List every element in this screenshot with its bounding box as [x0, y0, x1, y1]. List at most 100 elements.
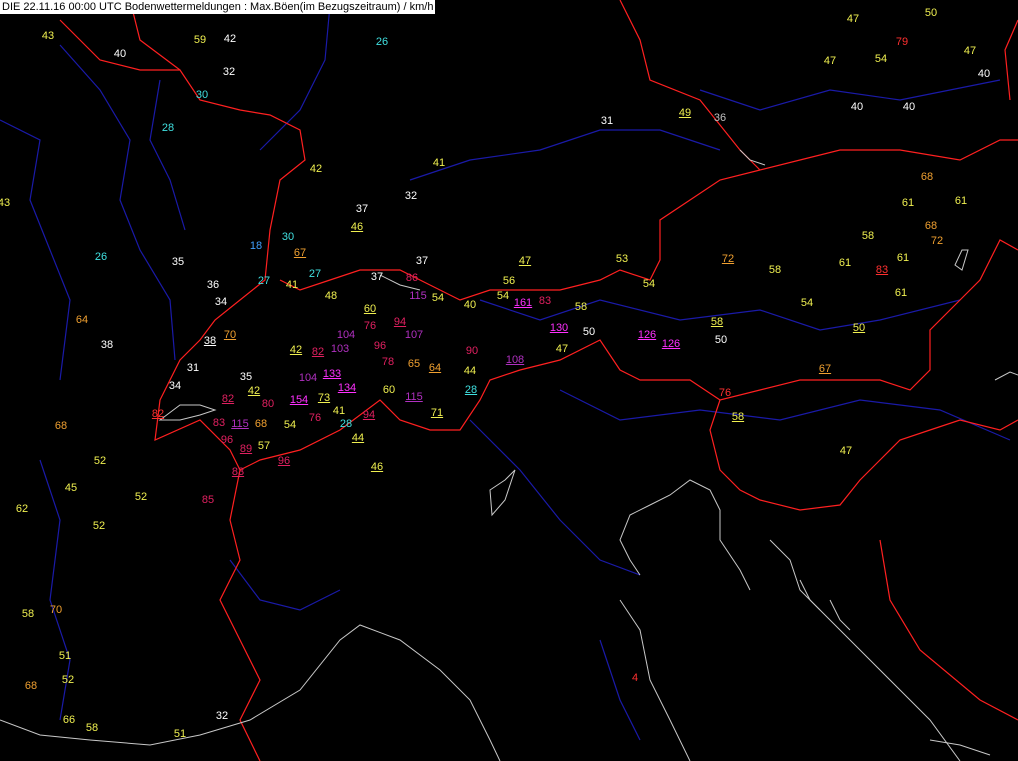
station-gust-label: 56 [502, 275, 516, 287]
station-gust-label: 37 [370, 271, 384, 283]
station-gust-label: 18 [249, 240, 263, 252]
station-gust-label: 47 [839, 445, 853, 457]
station-gust-label: 26 [375, 36, 389, 48]
station-gust-label: 68 [254, 418, 268, 430]
station-gust-label: 44 [463, 365, 477, 377]
station-gust-label: 76 [363, 320, 377, 332]
station-gust-label: 26 [94, 251, 108, 263]
station-gust-label: 54 [283, 419, 297, 431]
station-gust-label: 94 [393, 316, 407, 328]
station-gust-label: 68 [54, 420, 68, 432]
station-gust-label: 73 [317, 392, 331, 404]
station-gust-label: 76 [308, 412, 322, 424]
station-gust-label: 40 [977, 68, 991, 80]
station-gust-label: 49 [678, 107, 692, 119]
station-gust-label: 52 [61, 674, 75, 686]
station-gust-label: 58 [85, 722, 99, 734]
station-gust-label: 40 [850, 101, 864, 113]
station-gust-label: 115 [405, 391, 423, 403]
station-gust-label: 58 [861, 230, 875, 242]
station-gust-label: 32 [222, 66, 236, 78]
station-gust-label: 68 [24, 680, 38, 692]
station-gust-label: 134 [337, 382, 357, 394]
station-gust-label: 72 [721, 253, 735, 265]
station-gust-label: 79 [895, 36, 909, 48]
station-gust-label: 47 [963, 45, 977, 57]
station-gust-label: 107 [404, 329, 424, 341]
station-gust-label: 115 [409, 290, 427, 302]
station-gust-label: 50 [924, 7, 938, 19]
station-gust-label: 52 [134, 491, 148, 503]
station-gust-label: 52 [93, 455, 107, 467]
station-gust-label: 28 [161, 122, 175, 134]
station-gust-label: 36 [206, 279, 220, 291]
station-gust-label: 80 [261, 398, 275, 410]
station-gust-label: 60 [382, 384, 396, 396]
station-gust-label: 41 [332, 405, 346, 417]
station-gust-label: 46 [350, 221, 364, 233]
station-gust-label: 71 [430, 407, 444, 419]
station-gust-label: 82 [151, 408, 165, 420]
station-gust-label: 30 [195, 89, 209, 101]
station-gust-label: 31 [600, 115, 614, 127]
station-gust-label: 78 [381, 356, 395, 368]
station-gust-label: 130 [549, 322, 569, 334]
station-gust-label: 64 [75, 314, 89, 326]
station-gust-label: 103 [330, 343, 350, 355]
station-gust-label: 58 [710, 316, 724, 328]
station-gust-label: 70 [223, 329, 237, 341]
station-gust-label: 4 [631, 672, 639, 684]
station-gust-label: 61 [954, 195, 968, 207]
base-map [0, 0, 1018, 761]
station-gust-label: 126 [637, 329, 657, 341]
station-gust-label: 42 [247, 385, 261, 397]
station-gust-label: 47 [518, 255, 532, 267]
station-gust-label: 58 [574, 301, 588, 313]
station-gust-label: 104 [336, 329, 356, 341]
station-gust-label: 83 [538, 295, 552, 307]
station-gust-label: 42 [223, 33, 237, 45]
station-gust-label: 40 [113, 48, 127, 60]
station-gust-label: 115 [231, 418, 249, 430]
river-lines [0, 4, 1011, 741]
station-gust-label: 154 [289, 394, 309, 406]
station-gust-label: 34 [168, 380, 182, 392]
station-gust-label: 50 [852, 322, 866, 334]
station-gust-label: 83 [231, 466, 245, 478]
station-gust-label: 67 [293, 247, 307, 259]
station-gust-label: 58 [21, 608, 35, 620]
station-gust-label: 108 [505, 354, 525, 366]
station-gust-label: 54 [431, 292, 445, 304]
station-gust-label: 54 [496, 290, 510, 302]
station-gust-label: 96 [373, 340, 387, 352]
station-gust-label: 76 [718, 387, 732, 399]
station-gust-label: 35 [171, 256, 185, 268]
country-borders [59, 0, 1018, 761]
station-gust-label: 54 [642, 278, 656, 290]
station-gust-label: 57 [257, 440, 271, 452]
station-gust-label: 38 [100, 339, 114, 351]
station-gust-label: 32 [404, 190, 418, 202]
station-gust-label: 83 [875, 264, 889, 276]
station-gust-label: 48 [324, 290, 338, 302]
station-gust-label: 61 [901, 197, 915, 209]
station-gust-label: 54 [800, 297, 814, 309]
station-gust-label: 43 [41, 30, 55, 42]
station-gust-label: 28 [464, 384, 478, 396]
station-gust-label: 90 [465, 345, 479, 357]
station-gust-label: 65 [407, 358, 421, 370]
station-gust-label: 47 [823, 55, 837, 67]
station-gust-label: 31 [186, 362, 200, 374]
station-gust-label: 66 [62, 714, 76, 726]
station-gust-label: 126 [661, 338, 681, 350]
station-gust-label: 94 [362, 409, 376, 421]
station-gust-label: 70 [49, 604, 63, 616]
station-gust-label: 45 [64, 482, 78, 494]
station-gust-label: 58 [768, 264, 782, 276]
station-gust-label: 61 [896, 252, 910, 264]
station-gust-label: 36 [713, 112, 727, 124]
station-gust-label: 37 [415, 255, 429, 267]
station-gust-label: 68 [924, 220, 938, 232]
station-gust-label: 83 [212, 417, 226, 429]
station-gust-label: 82 [311, 346, 325, 358]
